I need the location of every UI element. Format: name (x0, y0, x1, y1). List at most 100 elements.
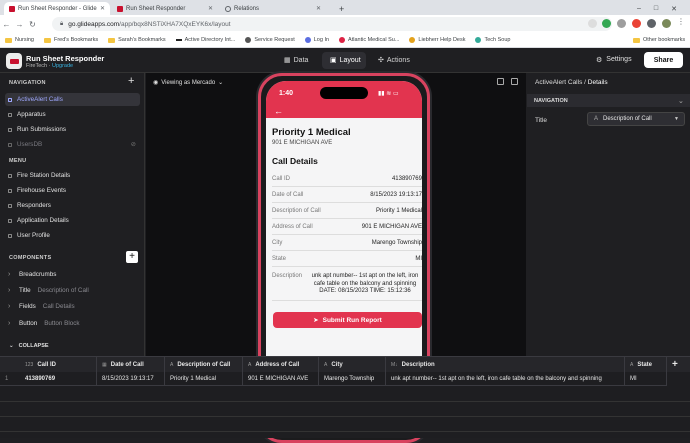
column-header-date[interactable]: ▦Date of Call (97, 357, 165, 372)
add-column-button[interactable]: + (667, 357, 690, 372)
browser-tab-app[interactable]: Run Sheet Responder ✕ (112, 2, 218, 15)
component-button[interactable]: ›ButtonButton Block (5, 317, 140, 330)
component-title[interactable]: ›TitleDescription of Call (5, 284, 140, 297)
column-header-address[interactable]: AAddress of Call (243, 357, 319, 372)
extension-red-icon[interactable] (632, 19, 641, 28)
table-cell[interactable]: Marengo Township (319, 372, 386, 386)
sidebar-item-apparatus[interactable]: Apparatus (5, 108, 140, 121)
bookmark-active-directory[interactable]: Active Directory Int... (176, 37, 236, 43)
add-component-button[interactable]: + (126, 251, 138, 263)
settings-button[interactable]: ⚙Settings (596, 56, 632, 64)
properties-panel: ActiveAlert Calls / Details NAVIGATION⌄ … (527, 73, 690, 356)
browser-menu-icon[interactable]: ⋮ (677, 17, 686, 26)
add-tab-button[interactable]: + (128, 75, 134, 87)
field-row: Address of Call901 E MICHIGAN AVE (272, 224, 422, 235)
table-cell[interactable]: MI (625, 372, 667, 386)
title-select[interactable]: ADescription of Call▼ (587, 112, 685, 126)
maximize-icon[interactable]: □ (654, 5, 658, 12)
table-cell[interactable]: Priority 1 Medical (165, 372, 243, 386)
database-icon: ▦ (284, 56, 291, 64)
close-icon[interactable]: ✕ (208, 5, 213, 12)
org-name: FireTech (26, 63, 47, 69)
bookmark-sarahs[interactable]: Sarah's Bookmarks (108, 37, 166, 43)
chevron-down-icon: ▼ (674, 116, 679, 122)
close-icon[interactable]: ✕ (316, 5, 321, 12)
puzzle-icon[interactable] (647, 19, 656, 28)
grammarly-icon[interactable] (602, 19, 611, 28)
avatar[interactable] (662, 19, 671, 28)
browser-tab-glide[interactable]: Run Sheet Responder - Glide ✕ (4, 2, 110, 15)
menu-item-responders[interactable]: Responders (5, 199, 140, 212)
forward-arrow-icon[interactable]: → (13, 20, 26, 29)
hidden-eye-icon[interactable]: ⊘ (131, 141, 136, 148)
back-arrow-icon[interactable]: ← (274, 106, 283, 116)
bookmark-freds[interactable]: Fred's Bookmarks (44, 37, 98, 43)
back-arrow-icon[interactable]: ← (0, 20, 13, 29)
column-header-description[interactable]: M↓Description (386, 357, 625, 372)
component-breadcrumbs[interactable]: ›Breadcrumbs (5, 268, 140, 281)
address-bar: ← → ↻ 🔒︎ go.glideapps.com/app/bqx8NSTiXH… (0, 15, 690, 33)
url-path: /app/bqx8NSTiXHA7XQxEYK6x/layout (119, 21, 230, 28)
menu-item-user-profile[interactable]: User Profile (5, 229, 140, 242)
sidebar-item-usersdb[interactable]: UsersDB⊘ (5, 138, 140, 151)
tab-label: Data (294, 57, 309, 64)
url-field[interactable]: 🔒︎ go.glideapps.com/app/bqx8NSTiXHA7XQxE… (52, 17, 612, 31)
menu-item-application-details[interactable]: Application Details (5, 214, 140, 227)
viewing-as-selector[interactable]: ◉Viewing as Mercado⌄ (153, 79, 223, 86)
bookmark-icon (176, 39, 182, 41)
navigation-section-header[interactable]: NAVIGATION⌄ (527, 94, 690, 107)
column-label: State (637, 362, 652, 368)
tab-layout[interactable]: ▣Layout (330, 56, 361, 64)
breadcrumb-parent[interactable]: ActiveAlert Calls (535, 79, 582, 86)
collapse-button[interactable]: ⌄COLLAPSE (9, 343, 49, 349)
drag-handle-icon (8, 219, 12, 223)
share-icon[interactable] (588, 19, 597, 28)
extension-icon[interactable] (617, 19, 626, 28)
section-title: NAVIGATION (534, 98, 568, 104)
new-tab-button[interactable]: + (334, 2, 348, 15)
bookmark-label: Other bookmarks (643, 37, 685, 43)
sidebar-item-activealert-calls[interactable]: ActiveAlert Calls (5, 93, 140, 106)
tablet-view-icon[interactable] (511, 78, 518, 85)
field-value: Marengo Township (372, 240, 422, 246)
minimize-icon[interactable]: – (637, 5, 641, 12)
bookmark-icon (305, 37, 311, 43)
sidebar-item-run-submissions[interactable]: Run Submissions (5, 123, 140, 136)
column-header-state[interactable]: AState (625, 357, 667, 372)
reload-icon[interactable]: ↻ (26, 20, 39, 29)
close-icon[interactable]: ✕ (100, 5, 105, 12)
menu-item-fire-station-details[interactable]: Fire Station Details (5, 169, 140, 182)
upgrade-link[interactable]: Upgrade (52, 63, 73, 69)
bookmark-nursing[interactable]: Nursing (5, 37, 34, 43)
table-cell[interactable]: 1413890769 (0, 372, 97, 386)
url-host: go.glideapps.com (68, 21, 119, 28)
component-fields[interactable]: ›FieldsCall Details (5, 300, 140, 313)
bookmark-tech-soup[interactable]: Tech Soup (475, 37, 510, 43)
table-cell[interactable]: 8/15/2023 19:13:17 (97, 372, 165, 386)
tab-data[interactable]: ▦Data (284, 56, 308, 64)
actions-icon: ✣ (378, 56, 384, 64)
bookmark-atlantic[interactable]: Atlantic Medical Su... (339, 37, 399, 43)
browser-tab-relations[interactable]: Relations ✕ (220, 2, 326, 15)
component-type: Button (19, 320, 37, 327)
column-header-description-of-call[interactable]: ADescription of Call (165, 357, 243, 372)
column-header-call-id[interactable]: 123Call ID (0, 357, 97, 372)
text-type-icon: A (594, 116, 598, 122)
app-name[interactable]: Run Sheet Responder (26, 54, 104, 63)
phone-view-icon[interactable] (497, 78, 504, 85)
bookmark-service-request[interactable]: Service Request (245, 37, 294, 43)
submit-run-report-button[interactable]: ➤Submit Run Report (273, 312, 422, 328)
bookmark-log-in[interactable]: Log In (305, 37, 329, 43)
tab-actions[interactable]: ✣Actions (378, 56, 410, 64)
bookmark-other[interactable]: Other bookmarks (633, 37, 685, 43)
share-button[interactable]: Share (644, 52, 683, 68)
menu-item-firehouse-events[interactable]: Firehouse Events (5, 184, 140, 197)
table-cell[interactable]: unk apt number-- 1st apt on the left, ir… (386, 372, 625, 386)
sidebar-item-label: Responders (17, 202, 51, 209)
bookmark-liebherr[interactable]: Liebherr Help Desk (409, 37, 465, 43)
drag-handle-icon (8, 174, 12, 178)
table-cell[interactable]: 901 E MICHIGAN AVE (243, 372, 319, 386)
column-header-city[interactable]: ACity (319, 357, 386, 372)
window-close-icon[interactable]: ✕ (671, 5, 677, 13)
lock-icon: 🔒︎ (60, 21, 63, 28)
